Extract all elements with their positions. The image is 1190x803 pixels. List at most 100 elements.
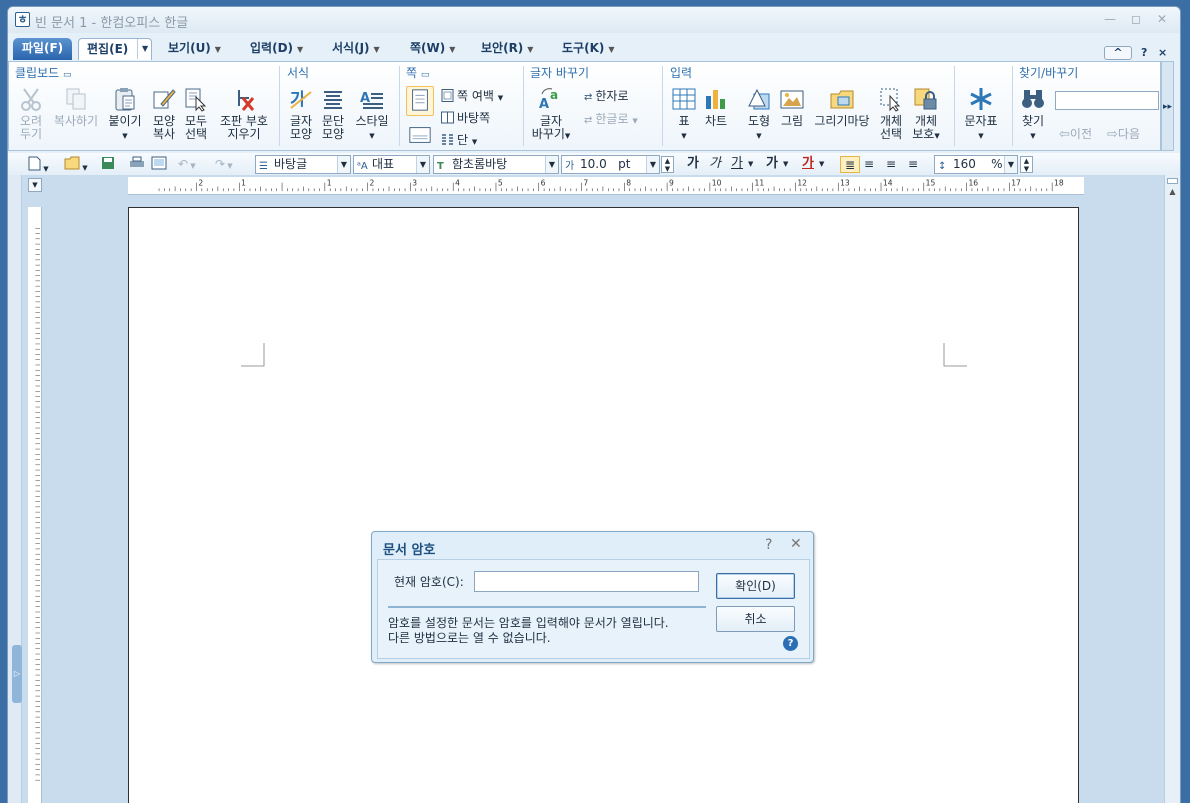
print-preview-button[interactable] [151, 156, 167, 173]
chevron-down-icon[interactable]: ▼ [748, 156, 753, 173]
redo-button[interactable]: ↷ ▼ [215, 156, 233, 173]
line-spacing-select[interactable]: ↕ 160 % ▼ [934, 155, 1018, 174]
undo-button[interactable]: ↶ ▼ [178, 156, 196, 173]
align-justify-button[interactable]: ≣ [840, 156, 860, 173]
cancel-button[interactable]: 취소 [716, 606, 795, 632]
menu-page[interactable]: 쪽(W) ▼ [410, 38, 455, 60]
cut-button[interactable]: 오려 두기 [13, 86, 49, 141]
group-separator [399, 66, 400, 146]
ruler-number: 11 [755, 179, 765, 188]
clear-marks-button[interactable]: 조판 부호 지우기 [214, 86, 274, 141]
font-color-button[interactable]: 가 [799, 155, 817, 173]
dialog-launcher-icon[interactable]: ▭ [421, 70, 430, 80]
restore-button[interactable]: ◻ [1128, 12, 1144, 26]
menu-view[interactable]: 보기(U) ▼ [168, 38, 221, 60]
bold-button[interactable]: 가 [684, 155, 702, 173]
open-button[interactable]: ▼ [64, 156, 88, 173]
dialog-help-button[interactable]: ? [765, 537, 772, 553]
style-select[interactable]: ☰ 바탕글 ▼ [255, 155, 351, 174]
char-change-label-2: 바꾸기 [531, 127, 565, 141]
paste-button[interactable]: 붙이기 ▼ [106, 86, 144, 143]
vertical-scrollbar[interactable]: ▲ [1164, 175, 1180, 803]
dialog-close-button[interactable]: ✕ [790, 536, 802, 552]
para-shape-button[interactable]: 문단 모양 [318, 86, 348, 141]
doc-close-button[interactable]: × [1158, 46, 1167, 60]
drawing-gallery-label: 그리기마당 [814, 114, 870, 128]
chevron-down-icon[interactable]: ▼ [819, 156, 824, 173]
password-input[interactable] [474, 571, 699, 592]
find-next-button[interactable]: ⇨다음 [1107, 126, 1140, 142]
line-spacing-spinner[interactable]: ▲ ▼ [1020, 156, 1033, 173]
ruler-number: 6 [541, 179, 546, 188]
close-button[interactable]: ✕ [1154, 12, 1170, 26]
menu-view-label: 보기(U) [168, 41, 211, 55]
char-change-button[interactable]: Aa 글자 바꾸기▼ [529, 86, 573, 143]
page-layout-button[interactable] [407, 124, 433, 146]
help-icon[interactable]: ? [783, 636, 798, 651]
align-right-button[interactable]: ≡ [908, 156, 918, 173]
line-spacing-value: 160 [953, 157, 976, 171]
para-shape-label-1: 문단 [321, 114, 345, 128]
scrollbar-split-handle[interactable] [1167, 178, 1178, 184]
horizontal-ruler[interactable]: 2 1 1 2 3 4 5 6 7 8 9 10 11 12 13 14 15 16 17 18 [128, 177, 1084, 195]
page-margin-button[interactable]: 쪽 여백 ▼ [441, 88, 503, 104]
underline-button[interactable]: 가 [728, 155, 746, 173]
chart-button[interactable]: 차트 [701, 86, 731, 128]
italic-button[interactable]: 가 [706, 155, 724, 173]
save-button[interactable] [101, 156, 115, 173]
align-left-button[interactable]: ≡ [864, 156, 874, 173]
ribbon-expand-button[interactable]: ▸▸ [1161, 61, 1174, 151]
copy-icon [66, 88, 86, 110]
menu-security[interactable]: 보안(R) ▼ [481, 38, 533, 60]
document-page[interactable] [128, 207, 1079, 803]
object-protect-button[interactable]: 개체 보호▼ [909, 86, 943, 143]
ok-button[interactable]: 확인(D) [716, 573, 795, 599]
char-shape-button[interactable]: 가 글자 모양 [286, 86, 316, 141]
ribbon-collapse-button[interactable]: ^ [1104, 46, 1132, 60]
symbol-button[interactable]: 문자표 ▼ [961, 86, 1001, 143]
language-select[interactable]: ᵃA 대표 ▼ [353, 155, 430, 174]
to-hanja-button[interactable]: ⇄ 한자로 [584, 88, 629, 104]
minimize-button[interactable]: — [1102, 12, 1118, 26]
menu-insert[interactable]: 입력(D) ▼ [250, 38, 303, 60]
chevron-down-icon: ▼ [646, 156, 659, 173]
dialog-divider [388, 606, 706, 608]
find-input[interactable] [1055, 91, 1159, 110]
columns-button[interactable]: 단 ▼ [441, 132, 477, 148]
to-hangul-button[interactable]: ⇄ 한글로 ▼ [584, 111, 638, 127]
strikeout-button[interactable]: 가 [763, 155, 781, 173]
crop-mark [241, 343, 265, 367]
new-doc-button[interactable]: ▼ [28, 156, 49, 173]
help-button[interactable]: ? [1141, 46, 1147, 60]
master-page-button[interactable]: 바탕쪽 [441, 110, 490, 126]
select-all-button[interactable]: 모두 선택 [181, 86, 211, 141]
table-button[interactable]: 표 ▼ [671, 86, 697, 143]
object-select-button[interactable]: 개체 선택 [876, 86, 906, 141]
menu-edit[interactable]: 편집(E) ▼ [78, 38, 152, 60]
chevron-down-icon[interactable]: ▼ [137, 39, 148, 59]
format-copy-button[interactable]: 모양 복사 [149, 86, 179, 141]
ruler-corner-button[interactable]: ▼ [28, 178, 42, 192]
font-select[interactable]: T 함초롬바탕 ▼ [433, 155, 559, 174]
page-setup-button[interactable] [406, 86, 434, 116]
menu-tools[interactable]: 도구(K) ▼ [562, 38, 615, 60]
menu-format[interactable]: 서식(J) ▼ [332, 38, 380, 60]
shape-button[interactable]: 도형 ▼ [744, 86, 774, 143]
vertical-ruler[interactable] [28, 207, 42, 803]
side-panel-toggle[interactable]: ▷ [12, 645, 22, 703]
find-button[interactable]: 찾기 ▼ [1019, 86, 1047, 143]
font-size-spinner[interactable]: ▲ ▼ [661, 156, 674, 173]
align-center-button[interactable]: ≡ [886, 156, 896, 173]
ruler-number: 16 [968, 179, 978, 188]
print-button[interactable] [129, 156, 145, 173]
menu-file[interactable]: 파일(F) [13, 38, 72, 60]
drawing-gallery-button[interactable]: 그리기마당 [811, 86, 873, 128]
style-button[interactable]: A 스타일 ▼ [352, 86, 392, 143]
picture-button[interactable]: 그림 [777, 86, 807, 128]
font-size-select[interactable]: 가 10.0 pt ▼ [561, 155, 660, 174]
chevron-down-icon[interactable]: ▼ [783, 156, 788, 173]
copy-button[interactable]: 복사하기 [51, 86, 101, 128]
dialog-launcher-icon[interactable]: ▭ [63, 70, 72, 80]
scroll-up-icon[interactable]: ▲ [1167, 187, 1178, 201]
find-prev-button[interactable]: ⇦이전 [1059, 126, 1092, 142]
